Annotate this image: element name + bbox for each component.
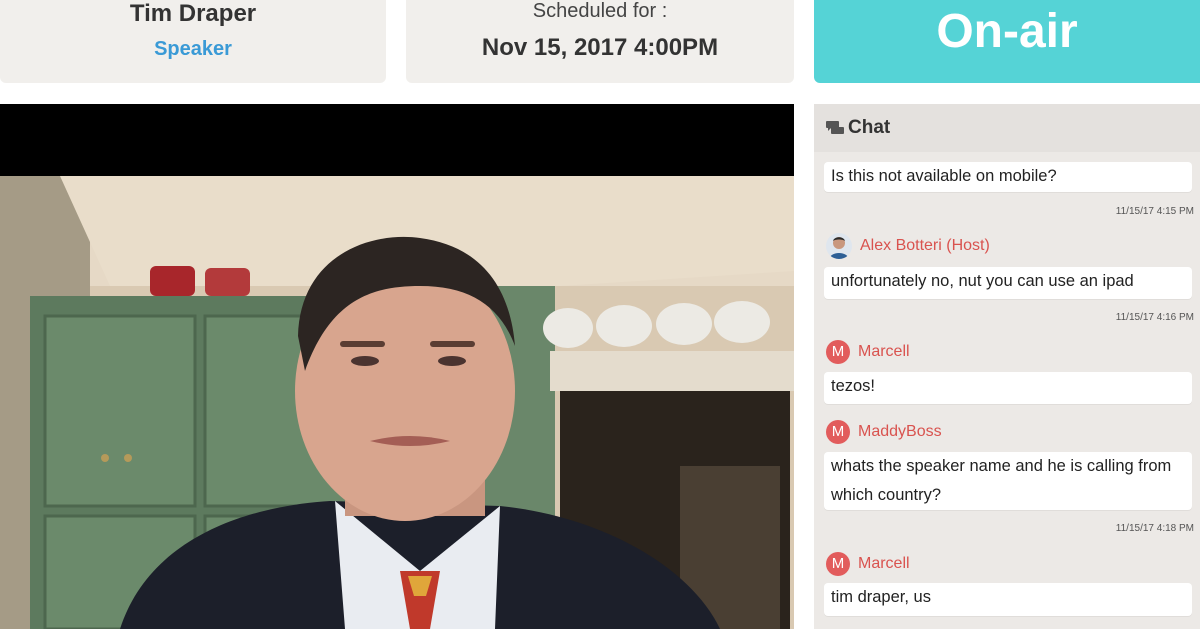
chat-message: unfortunately no, nut you can use an ipa…: [824, 267, 1192, 299]
schedule-label: Scheduled for :: [532, 0, 668, 22]
speaker-card: Tim Draper Speaker: [0, 0, 386, 83]
chat-author: Alex Botteri (Host): [826, 233, 990, 259]
chat-message-time: 11/15/17 4:16 PM: [1115, 312, 1194, 323]
chat-message-text: Is this not available on mobile?: [831, 167, 1057, 185]
video-player[interactable]: [0, 104, 794, 629]
chat-author-name[interactable]: Marcell: [858, 343, 910, 361]
chat-author: M Marcell: [826, 551, 910, 577]
user-avatar: M: [826, 340, 850, 364]
chat-message: Is this not available on mobile?: [824, 162, 1192, 192]
chat-author-name[interactable]: MaddyBoss: [858, 423, 942, 441]
chat-title: Chat: [848, 117, 891, 138]
user-avatar: M: [826, 420, 850, 444]
chat-header: Chat: [814, 104, 1200, 152]
chat-message-time: 11/15/17 4:18 PM: [1115, 523, 1194, 534]
chat-author-name[interactable]: Marcell: [858, 555, 910, 573]
chat-message-text: which country?: [831, 486, 942, 504]
chat-author-name[interactable]: Alex Botteri (Host): [860, 237, 990, 255]
chat-message-time: 11/15/17 4:15 PM: [1115, 206, 1194, 217]
chat-message-text: unfortunately no, nut you can use an ipa…: [831, 272, 1134, 290]
speaker-video-frame: [0, 176, 794, 629]
speaker-name: Tim Draper: [129, 0, 257, 27]
on-air-status: On-air: [814, 0, 1200, 83]
chat-panel: Chat Is this not available on mobile? 11…: [814, 104, 1200, 629]
chat-message-text: tim draper, us: [831, 588, 931, 606]
host-avatar: [826, 233, 852, 259]
on-air-label: On-air: [936, 5, 1078, 58]
chat-author: M MaddyBoss: [826, 419, 942, 445]
schedule-card: Scheduled for : Nov 15, 2017 4:00PM: [406, 0, 794, 83]
user-avatar: M: [826, 552, 850, 576]
schedule-datetime: Nov 15, 2017 4:00PM: [481, 34, 719, 61]
chat-message: tim draper, us: [824, 583, 1192, 616]
chat-bubbles-icon: [826, 121, 844, 134]
chat-message: whats the speaker name and he is calling…: [824, 452, 1192, 510]
speaker-role-link[interactable]: Speaker: [0, 38, 386, 61]
chat-author: M Marcell: [826, 339, 910, 365]
chat-message-text: whats the speaker name and he is calling…: [831, 457, 1172, 475]
chat-message-text: tezos!: [831, 377, 876, 395]
chat-message: tezos!: [824, 372, 1192, 404]
